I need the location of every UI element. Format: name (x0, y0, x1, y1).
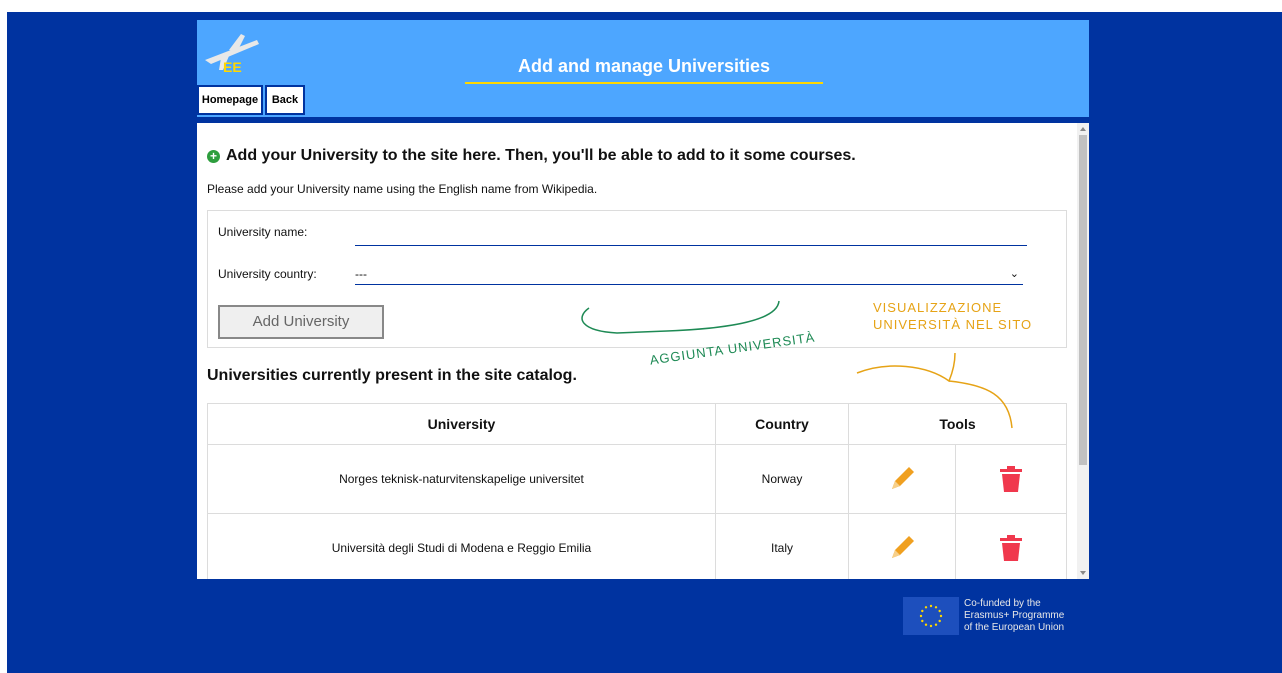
add-section-title: + Add your University to the site here. … (207, 147, 856, 165)
edit-cell (848, 513, 956, 579)
trash-icon[interactable] (996, 533, 1026, 563)
university-cell: Norges teknisk-naturvitenskapelige unive… (207, 444, 716, 514)
pencil-icon[interactable] (887, 464, 917, 494)
table-row: Norges teknisk-naturvitenskapelige unive… (207, 444, 1067, 514)
homepage-button[interactable]: Homepage (197, 85, 263, 115)
logo-text: EE (223, 59, 242, 75)
universities-table: University Country Tools Norges teknisk-… (207, 403, 1067, 579)
column-header-university: University (207, 403, 716, 445)
annotation-view-universities: VISUALIZZAZIONE UNIVERSITÀ NEL SITO (873, 299, 1032, 333)
column-header-tools: Tools (848, 403, 1067, 445)
university-name-label: University name: (218, 225, 308, 239)
university-name-input[interactable] (355, 223, 1027, 246)
scrollbar-thumb[interactable] (1079, 135, 1087, 465)
back-button[interactable]: Back (265, 85, 305, 115)
table-header-row: University Country Tools (207, 403, 1067, 445)
add-section-note: Please add your University name using th… (207, 182, 598, 196)
country-select-value: --- (355, 267, 367, 281)
header: EE Add and manage Universities Homepage … (197, 20, 1089, 123)
page-title: Add and manage Universities (465, 56, 823, 84)
delete-cell (955, 444, 1067, 514)
annotation-line-2: UNIVERSITÀ NEL SITO (873, 317, 1033, 332)
country-cell: Norway (715, 444, 849, 514)
university-country-select[interactable]: --- ⌄ (355, 264, 1023, 285)
main-content: + Add your University to the site here. … (197, 123, 1077, 579)
plus-circle-icon: + (207, 149, 220, 163)
vertical-scrollbar[interactable] (1077, 123, 1089, 579)
country-cell: Italy (715, 513, 849, 579)
airplane-logo-icon: EE (201, 30, 261, 76)
add-section-title-text: Add your University to the site here. Th… (226, 147, 856, 164)
edit-cell (848, 444, 956, 514)
footer-line-2: Erasmus+ Programme (964, 610, 1065, 621)
footer-line-3: of the European Union (964, 622, 1065, 633)
trash-icon[interactable] (996, 464, 1026, 494)
column-header-country: Country (715, 403, 849, 445)
scroll-up-arrow-icon[interactable] (1080, 127, 1086, 131)
university-cell: Università degli Studi di Modena e Reggi… (207, 513, 716, 579)
table-row: Università degli Studi di Modena e Reggi… (207, 513, 1067, 579)
eu-flag-icon (903, 597, 959, 635)
app-window: EE Add and manage Universities Homepage … (197, 20, 1089, 579)
pencil-icon[interactable] (887, 533, 917, 563)
add-university-button[interactable]: Add University (218, 305, 384, 339)
annotation-line-1: VISUALIZZAZIONE (873, 300, 1003, 315)
chevron-down-icon: ⌄ (1009, 268, 1019, 280)
scroll-down-arrow-icon[interactable] (1080, 571, 1086, 575)
footer-line-1: Co-funded by the (964, 598, 1041, 609)
university-country-label: University country: (218, 267, 317, 281)
list-section-title: Universities currently present in the si… (207, 367, 577, 384)
delete-cell (955, 513, 1067, 579)
erasmus-cofunded-text: Co-funded by the Erasmus+ Programme of t… (964, 598, 1064, 634)
